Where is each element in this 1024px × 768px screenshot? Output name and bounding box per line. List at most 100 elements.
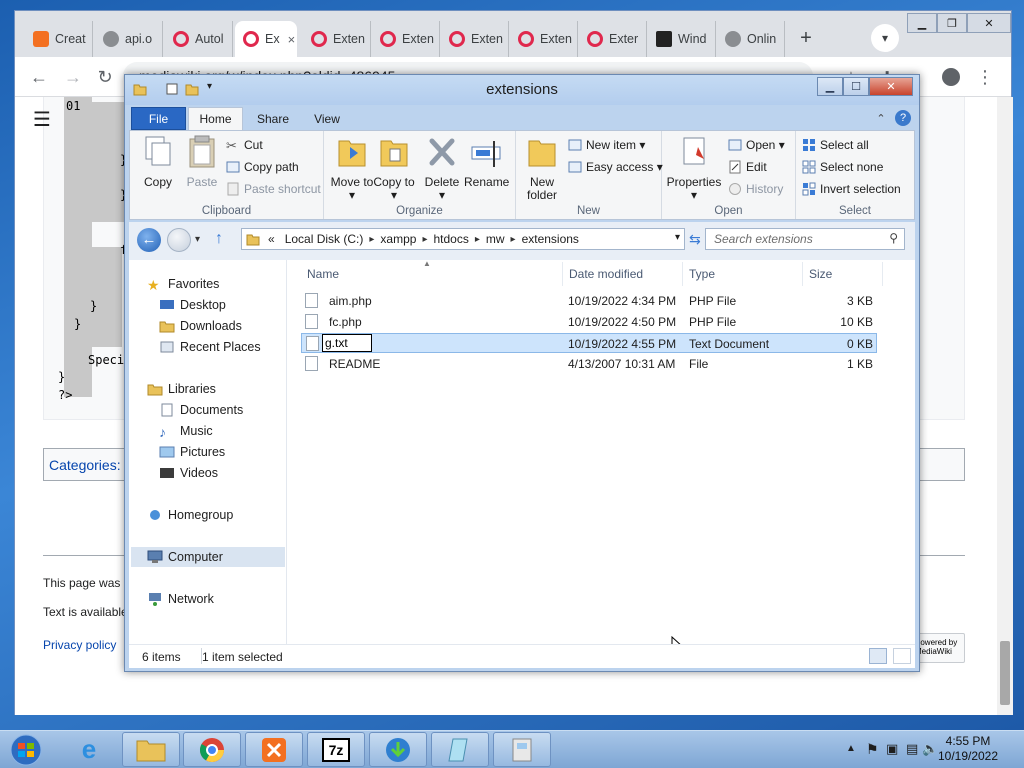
column-size[interactable]: Size	[803, 262, 883, 286]
select-none-button[interactable]: Select none	[802, 157, 883, 177]
cut-button[interactable]: ✂ Cut	[226, 135, 263, 155]
nav-documents[interactable]: Documents	[159, 400, 243, 420]
7zip-taskbar[interactable]: 7z	[307, 732, 365, 767]
paint-taskbar[interactable]	[493, 732, 551, 767]
crumb-extensions[interactable]: extensions	[516, 232, 585, 246]
close-window-button[interactable]: ✕	[967, 13, 1011, 33]
easy-access-button[interactable]: Easy access ▾	[568, 157, 663, 177]
start-button[interactable]	[4, 733, 48, 767]
tab-search-button[interactable]: ▾	[871, 24, 899, 52]
tab-file[interactable]: File	[131, 107, 186, 130]
hamburger-menu-icon[interactable]: ☰	[33, 107, 51, 132]
forward-arrow-icon[interactable]	[167, 228, 191, 252]
privacy-policy-link[interactable]: Privacy policy	[43, 638, 116, 652]
recent-locations-icon[interactable]: ▾	[195, 234, 200, 245]
tab-9[interactable]: Wind	[648, 21, 716, 57]
nav-libraries[interactable]: Libraries	[147, 379, 216, 399]
copy-to-button[interactable]: Copy to ▾	[372, 135, 416, 202]
nav-videos[interactable]: Videos	[159, 463, 218, 483]
column-date-modified[interactable]: Date modified	[563, 262, 683, 286]
tab-4[interactable]: Exten	[303, 21, 371, 57]
nav-music[interactable]: ♪ Music	[159, 421, 213, 441]
properties-button[interactable]: Properties ▾	[666, 135, 722, 202]
new-folder-button[interactable]: New folder	[520, 135, 564, 202]
menu-button[interactable]: ⋮	[973, 65, 997, 89]
back-arrow-icon[interactable]: ←	[137, 228, 161, 252]
invert-selection-button[interactable]: Invert selection	[802, 179, 901, 199]
file-row[interactable]: aim.php 10/19/2022 4:34 PM PHP File 3 KB	[301, 291, 877, 311]
back-button[interactable]: ←	[27, 65, 51, 89]
tab-7[interactable]: Exten	[510, 21, 578, 57]
tab-10[interactable]: Onlin	[717, 21, 785, 57]
nav-computer[interactable]: Computer	[131, 547, 285, 567]
tab-home[interactable]: Home	[188, 107, 243, 130]
nav-favorites[interactable]: ★ Favorites	[147, 274, 219, 294]
file-row[interactable]: README 4/13/2007 10:31 AM File 1 KB	[301, 354, 877, 374]
explorer-minimize-button[interactable]: ▁	[817, 77, 843, 96]
forward-button[interactable]: →	[61, 65, 85, 89]
address-dropdown-icon[interactable]: ▾	[675, 232, 680, 243]
tab-6[interactable]: Exten	[441, 21, 509, 57]
history-button[interactable]: History	[728, 179, 783, 199]
internet-explorer-taskbar[interactable]: e	[60, 732, 118, 767]
tab-3-active[interactable]: Ex ×	[235, 21, 297, 57]
file-row-selected[interactable]: 10/19/2022 4:55 PM Text Document 0 KB	[301, 333, 877, 353]
crumb-xampp[interactable]: xampp	[374, 232, 422, 246]
file-explorer-taskbar[interactable]	[122, 732, 180, 767]
large-icons-view-icon[interactable]	[893, 648, 911, 664]
tab-view[interactable]: View	[301, 107, 353, 130]
crumb-htdocs[interactable]: htdocs	[427, 232, 474, 246]
nav-recent-places[interactable]: Recent Places	[159, 337, 261, 357]
minimize-button[interactable]: ▁	[907, 13, 937, 33]
rename-input[interactable]	[322, 334, 372, 352]
xampp-taskbar[interactable]	[245, 732, 303, 767]
explorer-maximize-button[interactable]: ☐	[843, 77, 869, 96]
move-to-button[interactable]: Move to ▾	[330, 135, 374, 202]
copy-path-button[interactable]: Copy path	[226, 157, 299, 177]
clock[interactable]: 4:55 PM 10/19/2022	[936, 734, 1000, 764]
overflow-crumb[interactable]: «	[264, 232, 279, 246]
column-type[interactable]: Type	[683, 262, 803, 286]
explorer-close-button[interactable]: ✕	[869, 77, 913, 96]
details-view-icon[interactable]	[869, 648, 887, 664]
reload-button[interactable]: ↻	[93, 65, 117, 89]
crumb-mw[interactable]: mw	[480, 232, 511, 246]
address-box[interactable]: « Local Disk (C:) ▸ xampp ▸ htdocs ▸ mw ▸ ex…	[241, 228, 685, 250]
tab-5[interactable]: Exten	[372, 21, 440, 57]
open-button[interactable]: Open ▾	[728, 135, 785, 155]
crumb-local-disk[interactable]: Local Disk (C:)	[279, 232, 370, 246]
tab-share[interactable]: Share	[247, 107, 299, 130]
page-scrollbar[interactable]	[997, 97, 1013, 715]
collapse-ribbon-icon[interactable]: ⌃	[873, 110, 889, 126]
tab-2[interactable]: Autol	[165, 21, 233, 57]
tab-0[interactable]: Creat	[25, 21, 93, 57]
column-name[interactable]: Name ▲	[301, 259, 563, 286]
nav-downloads[interactable]: Downloads	[159, 316, 242, 336]
select-all-button[interactable]: Select all	[802, 135, 869, 155]
nav-homegroup[interactable]: Homegroup	[147, 505, 233, 525]
delete-button[interactable]: Delete ▾	[420, 135, 464, 202]
action-center-flag-icon[interactable]: ⚑	[866, 741, 879, 758]
paste-button[interactable]: Paste	[180, 135, 224, 189]
maximize-button[interactable]: ❐	[937, 13, 967, 33]
nav-pictures[interactable]: Pictures	[159, 442, 225, 462]
categories-link[interactable]: Categories:	[49, 457, 121, 473]
copy-button[interactable]: Copy	[136, 135, 180, 189]
up-arrow-icon[interactable]: ↑	[215, 230, 223, 248]
scrollbar-thumb[interactable]	[1000, 641, 1010, 705]
display-icon[interactable]: ▣	[886, 741, 898, 757]
nav-network[interactable]: Network	[147, 589, 214, 609]
profile-button[interactable]	[939, 65, 963, 89]
notepad-taskbar[interactable]	[431, 732, 489, 767]
search-input[interactable]: Search extensions ⚲	[705, 228, 905, 250]
close-tab-icon[interactable]: ×	[288, 32, 296, 47]
tab-1[interactable]: api.o	[95, 21, 163, 57]
download-manager-taskbar[interactable]	[369, 732, 427, 767]
paste-shortcut-button[interactable]: Paste shortcut	[226, 179, 321, 199]
network-icon[interactable]: ▤	[906, 741, 918, 757]
refresh-icon[interactable]: ⇆	[689, 231, 701, 248]
tab-8[interactable]: Exter	[579, 21, 647, 57]
chrome-taskbar[interactable]	[183, 732, 241, 767]
explorer-titlebar[interactable]: ▾ extensions ▁ ☐ ✕	[125, 75, 919, 105]
edit-button[interactable]: Edit	[728, 157, 767, 177]
